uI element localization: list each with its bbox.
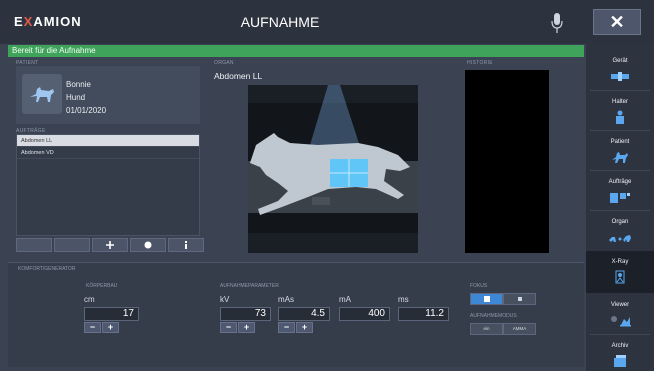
ms-value[interactable]: 11.2 xyxy=(398,307,449,321)
patient-card[interactable]: Bonnie Hund 01/01/2020 xyxy=(16,66,200,124)
page-title: AUFNAHME xyxy=(240,14,320,30)
kv-stepper: − + xyxy=(220,322,255,333)
sidebar-item-label: Organ xyxy=(611,219,629,225)
sidebar-item-geraet[interactable]: Gerät xyxy=(586,50,654,90)
globe-icon xyxy=(144,241,152,249)
top-bar: EXAMION AUFNAHME ✕ xyxy=(0,0,654,44)
dog-icon xyxy=(30,87,54,102)
plus-button[interactable]: + xyxy=(238,322,255,333)
status-bar: Bereit für die Aufnahme xyxy=(8,45,584,57)
organ-title: Abdomen LL xyxy=(214,71,263,81)
plus-icon xyxy=(106,241,114,249)
archive-icon xyxy=(614,355,626,367)
mas-stepper: − + xyxy=(278,322,313,333)
right-sidebar: Gerät Halter Patient Aufträge Organ X-Ra… xyxy=(586,44,654,371)
history-panel-label: HISTORIE xyxy=(467,60,493,66)
sidebar-item-label: Gerät xyxy=(612,58,628,64)
sidebar-item-patient[interactable]: Patient xyxy=(586,131,654,171)
sidebar-item-label: Patient xyxy=(610,139,630,145)
list-item-order[interactable]: Abdomen VD xyxy=(17,147,199,159)
focus-small-option[interactable] xyxy=(470,293,503,305)
orders-toolbar-button[interactable] xyxy=(54,238,90,252)
minus-button[interactable]: − xyxy=(84,322,101,333)
footswitch-icon[interactable] xyxy=(549,12,565,34)
generator-panel: KOMFORT/GENERATOR KÖRPERBAU cm 17 − + AUF… xyxy=(8,262,584,367)
orders-toolbar xyxy=(16,238,204,252)
plus-button[interactable]: + xyxy=(296,322,313,333)
patient-avatar xyxy=(22,74,62,114)
info-button[interactable] xyxy=(168,238,204,252)
organ-panel-label: ORGAN xyxy=(214,60,234,66)
sidebar-item-label: Aufträge xyxy=(608,179,632,185)
add-order-button[interactable] xyxy=(92,238,128,252)
mode-option-amma[interactable]: AMMA xyxy=(503,323,536,335)
ms-unit: ms xyxy=(398,295,409,304)
sidebar-item-xray[interactable]: X-Ray xyxy=(586,251,654,293)
sidebar-item-auftraege[interactable]: Aufträge xyxy=(586,171,654,211)
app-logo: EXAMION xyxy=(14,14,82,29)
sidebar-item-halter[interactable]: Halter xyxy=(586,91,654,131)
positioning-image xyxy=(248,85,418,253)
ma-value[interactable]: 400 xyxy=(339,307,390,321)
sidebar-item-viewer[interactable]: Viewer xyxy=(586,294,654,334)
focus-toggle xyxy=(470,293,536,305)
thickness-value[interactable]: 17 xyxy=(84,307,139,321)
list-item-order[interactable]: Abdomen LL xyxy=(17,135,199,147)
sidebar-item-label: Halter xyxy=(611,99,628,105)
device-icon xyxy=(611,72,629,81)
mas-unit: mAs xyxy=(278,295,294,304)
mode-toggle: ein AMMA xyxy=(470,323,536,335)
minus-button[interactable]: − xyxy=(220,322,237,333)
info-icon xyxy=(185,241,187,249)
organ-icon xyxy=(609,235,631,242)
modus-label: AUFNAHMEMODUS xyxy=(470,313,517,319)
patient-dob: 01/01/2020 xyxy=(66,106,107,115)
sidebar-item-organ[interactable]: Organ xyxy=(586,211,654,251)
patient-info: Bonnie Hund 01/01/2020 xyxy=(66,78,106,117)
square-icon xyxy=(483,296,490,302)
thickness-stepper: − + xyxy=(84,322,119,333)
sidebar-item-archiv[interactable]: Archiv xyxy=(586,335,654,371)
kv-unit: kV xyxy=(220,295,230,304)
params-label: AUFNAHMEPARAMETER xyxy=(220,283,279,289)
focus-large-option[interactable] xyxy=(503,293,536,305)
cm-unit: cm xyxy=(84,295,95,304)
orders-list: Abdomen LL Abdomen VD xyxy=(16,134,200,236)
dog-icon xyxy=(612,152,628,163)
viewer-icon xyxy=(611,316,631,327)
sidebar-item-label: Viewer xyxy=(610,302,630,308)
fokus-label: FOKUS xyxy=(470,283,488,289)
sidebar-item-label: X-Ray xyxy=(611,259,629,265)
mode-option-on[interactable]: ein xyxy=(470,323,503,335)
patient-name: Bonnie xyxy=(66,80,91,89)
mas-value[interactable]: 4.5 xyxy=(278,307,330,321)
square-icon xyxy=(517,297,522,301)
generator-panel-label: KOMFORT/GENERATOR xyxy=(18,266,76,272)
history-panel[interactable] xyxy=(465,70,549,253)
owner-icon xyxy=(616,110,624,124)
xray-icon xyxy=(615,270,625,284)
koerperbau-label: KÖRPERBAU xyxy=(86,283,118,289)
globe-button[interactable] xyxy=(130,238,166,252)
orders-icon xyxy=(610,193,630,203)
close-icon: ✕ xyxy=(609,11,625,32)
sidebar-item-label: Archiv xyxy=(611,343,629,349)
minus-button[interactable]: − xyxy=(278,322,295,333)
patient-species: Hund xyxy=(66,93,86,102)
kv-value[interactable]: 73 xyxy=(220,307,271,321)
close-button[interactable]: ✕ xyxy=(593,9,641,35)
plus-button[interactable]: + xyxy=(102,322,119,333)
ma-unit: mA xyxy=(339,295,351,304)
orders-toolbar-button[interactable] xyxy=(16,238,52,252)
